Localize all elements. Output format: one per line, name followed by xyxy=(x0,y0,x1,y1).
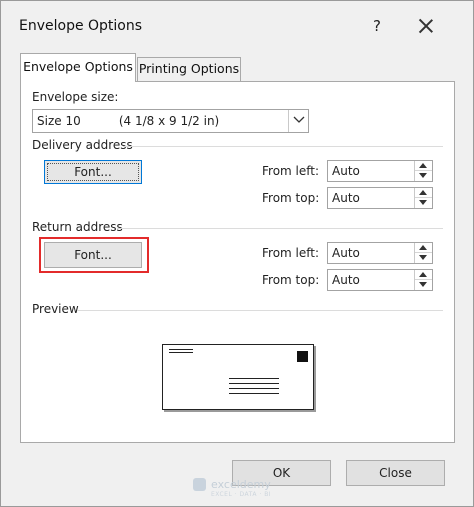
envelope-options-dialog: Envelope Options ? Envelope Options Prin… xyxy=(0,0,474,507)
spin-down-icon[interactable] xyxy=(415,280,432,290)
delivery-address-label: Delivery address xyxy=(32,138,133,152)
spin-down-icon[interactable] xyxy=(415,171,432,181)
watermark-text: exceldemy xyxy=(211,478,271,491)
spinner-buttons xyxy=(414,188,432,208)
spinner-buttons xyxy=(414,270,432,290)
envelope-preview xyxy=(162,344,314,410)
spin-down-icon[interactable] xyxy=(415,198,432,208)
window-title: Envelope Options xyxy=(19,18,143,34)
close-button[interactable]: Close xyxy=(346,460,445,486)
tab-envelope-options[interactable]: Envelope Options xyxy=(20,53,136,82)
envelope-size-value: Size 10 (4 1/8 x 9 1/2 in) xyxy=(37,114,220,128)
return-from-left-label: From left: xyxy=(262,246,320,260)
preview-divider xyxy=(77,310,443,311)
return-from-top-value: Auto xyxy=(332,273,360,287)
return-divider xyxy=(117,228,443,229)
spin-down-icon[interactable] xyxy=(415,253,432,263)
title-bar: Envelope Options ? xyxy=(1,1,473,45)
delivery-font-button[interactable]: Font... xyxy=(44,160,142,184)
return-from-top-label: From top: xyxy=(262,273,320,287)
highlight-box xyxy=(39,237,149,273)
return-address-label: Return address xyxy=(32,220,123,234)
focus-ring xyxy=(47,163,139,181)
spin-up-icon[interactable] xyxy=(415,243,432,253)
delivery-from-left-spinner[interactable]: Auto xyxy=(327,160,433,182)
delivery-divider xyxy=(123,146,443,147)
tab-printing-options[interactable]: Printing Options xyxy=(137,57,241,82)
spin-up-icon[interactable] xyxy=(415,188,432,198)
spin-up-icon[interactable] xyxy=(415,270,432,280)
stamp-icon xyxy=(297,351,308,362)
spinner-buttons xyxy=(414,161,432,181)
return-from-top-spinner[interactable]: Auto xyxy=(327,269,433,291)
spin-up-icon[interactable] xyxy=(415,161,432,171)
delivery-address-line xyxy=(229,378,279,379)
chevron-down-icon[interactable] xyxy=(288,110,308,132)
preview-label: Preview xyxy=(32,302,79,316)
return-from-left-spinner[interactable]: Auto xyxy=(327,242,433,264)
delivery-address-line xyxy=(229,388,279,389)
delivery-from-left-label: From left: xyxy=(262,164,320,178)
envelope-size-select[interactable]: Size 10 (4 1/8 x 9 1/2 in) xyxy=(32,109,309,133)
help-button[interactable]: ? xyxy=(369,17,385,35)
close-icon[interactable] xyxy=(415,16,437,38)
delivery-from-top-label: From top: xyxy=(262,191,320,205)
spinner-buttons xyxy=(414,243,432,263)
delivery-from-top-value: Auto xyxy=(332,191,360,205)
delivery-from-top-spinner[interactable]: Auto xyxy=(327,187,433,209)
watermark-logo-icon xyxy=(193,478,206,491)
return-address-line xyxy=(169,349,193,350)
delivery-address-line xyxy=(229,393,279,394)
watermark-subtext: EXCEL · DATA · BI xyxy=(211,491,272,498)
envelope-size-label: Envelope size: xyxy=(32,90,119,104)
delivery-address-line xyxy=(229,383,279,384)
return-address-line xyxy=(169,352,193,353)
return-from-left-value: Auto xyxy=(332,246,360,260)
delivery-from-left-value: Auto xyxy=(332,164,360,178)
